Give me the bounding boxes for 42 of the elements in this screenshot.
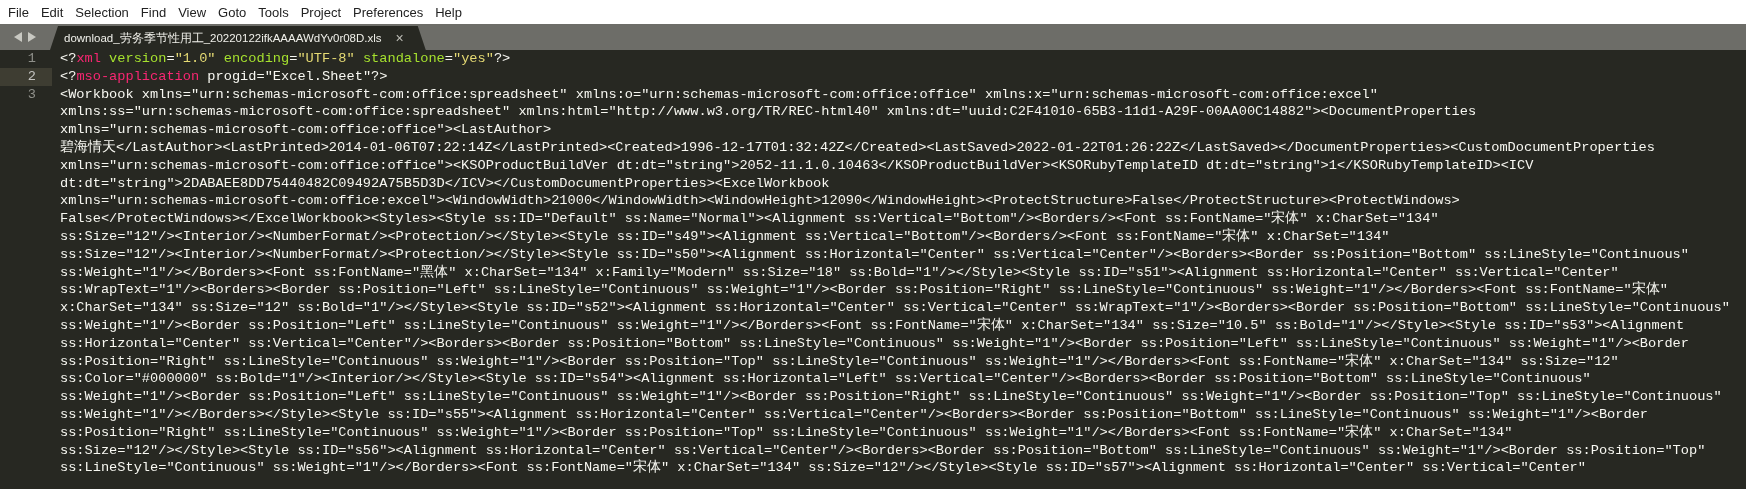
code-line: ss:WrapText="1"/><Borders><Border ss:Position="Left" ss:LineStyle="Continuous" ss:Weight="1"/><Border ss:Position="Right" ss:LineStyle="Continuous" ss:Weight="1"/></Borders><Font ss:FontName="宋体"	[60, 281, 1669, 300]
code-line: ss:Position="Right" ss:LineStyle="Continuous" ss:Weight="1"/><Border ss:Position="Top" ss:LineStyle="Continuous" ss:Weight="1"/></Borders><Font ss:FontName="宋体" x:CharSet="134" ss:Size="12"	[60, 352, 1620, 371]
code-line: x:CharSet="134" ss:Size="12" ss:Bold="1"/></Style><Style ss:ID="s52"><Alignment ss:Horizontal="Center" ss:Vertical="Center" ss:WrapText="1"/><Borders><Border ss:Position="Bottom" ss:LineStyle="Continuous"	[60, 299, 1730, 317]
file-tab[interactable]: download_劳务季节性用工_20220122ifkAAAAWdYv0r08D.xls ×	[50, 26, 426, 50]
code-line: xmlns="urn:schemas-microsoft-com:office:office"><KSOProductBuildVer dt:dt="string">2052-11.1.0.10463</KSOProductBuildVer><KSORubyTemplateID dt:dt="string">1</KSORubyTemplateID><ICV	[60, 156, 1535, 175]
code-line: ss:Color="#000000" ss:Bold="1"/><Interior/></Style><Style ss:ID="s54"><Alignment ss:Horizontal="Left" ss:Vertical="Center"/><Borders><Border ss:Position="Bottom" ss:LineStyle="Continuous"	[60, 370, 1592, 389]
code-line: xmlns="urn:schemas-microsoft-com:office:office"><LastAuthor>	[60, 121, 553, 139]
menu-item[interactable]: Tools	[258, 4, 289, 20]
code-line: <?xml version="1.0" encoding="UTF-8" standalone="yes"?>	[60, 50, 511, 68]
tab-title[interactable]: download_劳务季节性用工_20220122ifkAAAAWdYv0r08D.xls	[64, 30, 382, 46]
line-number: 3	[26, 85, 37, 104]
code-line: ss:Weight="1"/></Borders></Style><Style ss:ID="s55"><Alignment ss:Horizontal="Center" ss:Vertical="Center"/><Borders><Border ss:Position="Bottom" ss:LineStyle="Continuous" ss:Weight="1"/><Border	[60, 405, 1650, 424]
code-line: ss:Weight="1"/></Borders><Font ss:FontName="黑体" x:CharSet="134" x:Family="Modern" ss:Size="18" ss:Bold="1"/></Style><Style ss:ID="s51"><Alignment ss:Horizontal="Center" ss:Vertical="Center"	[60, 263, 1620, 282]
code-line: ss:Size="12"/><Interior/><NumberFormat/><Protection/></Style><Style ss:ID="s50"><Alignment ss:Horizontal="Center" ss:Vertical="Center"/><Borders><Border ss:Position="Bottom" ss:LineStyle="Continuous"	[60, 245, 1690, 264]
code-line: xmlns:ss="urn:schemas-microsoft-com:office:spreadsheet" xmlns:html="http://www.w3.org/TR/REC-html40" xmlns:dt="uuid:C2F41010-65B3-11d1-A29F-00AA00C14882"><DocumentProperties	[60, 103, 1478, 122]
menu-item[interactable]: Find	[140, 4, 167, 20]
line-number: 2	[0, 67, 52, 86]
code-line: ss:Weight="1"/><Border ss:Position="Left" ss:LineStyle="Continuous" ss:Weight="1"/><Border ss:Position="Right" ss:LineStyle="Continuous" ss:Weight="1"/><Border ss:Position="Top" ss:LineStyle="Continuous"	[60, 388, 1723, 406]
menu-item[interactable]: Selection	[75, 4, 129, 20]
menu-item[interactable]: Project	[300, 4, 342, 20]
code-line: dt:dt="string">2DABAEE8DD75440482C09492A75B5D3D</ICV></CustomDocumentProperties><ExcelWorkbook	[60, 174, 831, 193]
code-line: xmlns="urn:schemas-microsoft-com:office:excel"><WindowWidth>21000</WindowWidth><WindowHeight>12090</WindowHeight><ProtectStructure>False</ProtectStructure><ProtectWindows>	[60, 192, 1461, 210]
code-line: False</ProtectWindows></ExcelWorkbook><Styles><Style ss:ID="Default" ss:Name="Normal"><Alignment ss:Vertical="Bottom"/><Borders/><Font ss:FontName="宋体" x:CharSet="134"	[60, 210, 1440, 228]
left-arrow-icon[interactable]	[14, 32, 22, 42]
code-line: ss:Size="12"/></Style><Style ss:ID="s56"><Alignment ss:Horizontal="Center" ss:Vertical="Center"/><Borders><Border ss:Position="Bottom" ss:LineStyle="Continuous" ss:Weight="1"/><Border ss:Position="Top"	[60, 441, 1707, 459]
menu-item[interactable]: File	[8, 4, 29, 20]
code-line: ss:Weight="1"/><Border ss:Position="Left" ss:LineStyle="Continuous" ss:Weight="1"/></Borders><Font ss:FontName="宋体" x:CharSet="134" ss:Size="10.5" ss:Bold="1"/></Style><Style ss:ID="s53"><Alignment	[60, 316, 1686, 335]
code-line: ss:Size="12"/><Interior/><NumberFormat/><Protection/></Style><Style ss:ID="s49"><Alignment ss:Vertical="Bottom"/><Borders/><Font ss:FontName="宋体" x:CharSet="134"	[60, 227, 1391, 246]
code-line: <Workbook xmlns="urn:schemas-microsoft-com:office:spreadsheet" xmlns:o="urn:schemas-microsoft-com:office:office" xmlns:x="urn:schemas-microsoft-com:office:excel"	[60, 85, 1379, 104]
menu-item[interactable]: Goto	[218, 4, 247, 20]
code-line: ss:LineStyle="Continuous" ss:Weight="1"/></Borders><Font ss:FontName="宋体" x:CharSet="134" ss:Size="12"/></Style><Style ss:ID="s57"><Alignment ss:Horizontal="Center" ss:Vertical="Center"	[60, 459, 1587, 478]
line-number: 1	[26, 50, 37, 68]
menu-item[interactable]: Edit	[40, 4, 64, 20]
menu-item[interactable]: View	[178, 4, 207, 20]
right-arrow-icon[interactable]	[28, 32, 36, 42]
code-line: ss:Position="Right" ss:LineStyle="Continuous" ss:Weight="1"/><Border ss:Position="Top" ss:LineStyle="Continuous" ss:Weight="1"/></Borders><Font ss:FontName="宋体" x:CharSet="134"	[60, 423, 1514, 442]
menu-item[interactable]: Preferences	[353, 4, 424, 20]
menu-item[interactable]: Help	[435, 4, 462, 20]
code-line: ss:Horizontal="Center" ss:Vertical="Center"/><Borders><Border ss:Position="Bottom" ss:LineStyle="Continuous" ss:Weight="1"/><Border ss:Position="Left" ss:LineStyle="Continuous" ss:Weight="1"/><Border	[60, 334, 1690, 353]
code-line: <?mso-application progid="Excel.Sheet"?>	[60, 67, 388, 86]
code-line: 碧海情天</LastAuthor><LastPrinted>2014-01-06T07:22:14Z</LastPrinted><Created>1996-12-17T01:32:42Z</Created><LastSaved>2022-01-22T01:26:22Z</LastSaved></DocumentProperties><CustomDocumentProperties	[60, 139, 1656, 157]
close-button[interactable]: ×	[395, 30, 404, 46]
